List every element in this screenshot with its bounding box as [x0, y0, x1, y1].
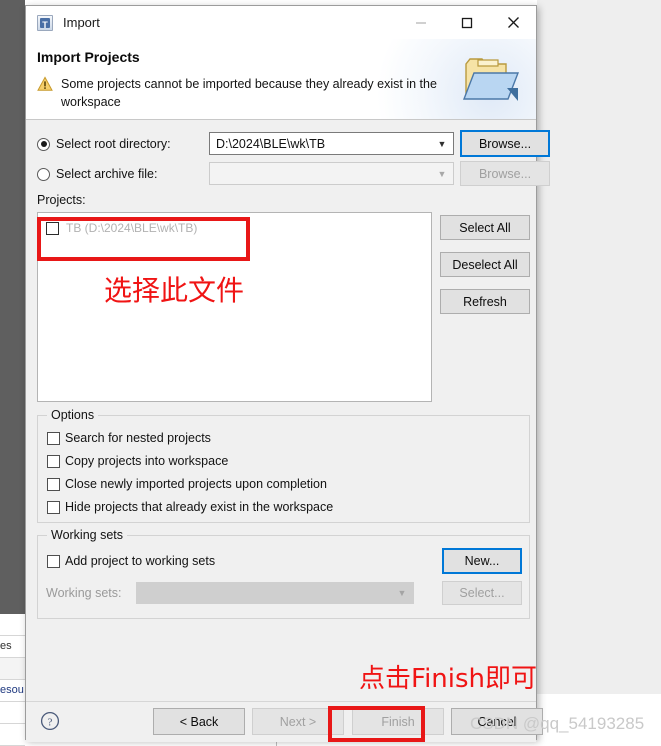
working-sets-group: Working sets Add project to working sets…: [37, 528, 530, 619]
add-to-working-sets-checkbox[interactable]: [47, 554, 60, 568]
project-item-label: TB (D:\2024\BLE\wk\TB): [66, 221, 198, 235]
back-button[interactable]: < Back: [153, 708, 245, 735]
dialog-header: Import Projects Some projects cannot be …: [26, 39, 536, 120]
select-all-button[interactable]: Select All: [440, 215, 530, 240]
import-folder-icon: [462, 58, 520, 101]
chevron-down-icon: ▼: [437, 168, 447, 179]
annotation-text-click-finish: 点击Finish即可: [359, 664, 538, 694]
chevron-down-icon: ▼: [397, 588, 407, 598]
csdn-watermark: CSDN @qq_54193285: [470, 714, 645, 733]
background-right-pane: [537, 0, 661, 694]
archive-file-combo: ▼: [209, 162, 454, 185]
background-left-tree-panel: es esou: [0, 614, 25, 746]
project-checkbox[interactable]: [46, 221, 59, 235]
option-copy-projects-into-workspace[interactable]: Copy projects into workspace: [47, 454, 228, 468]
add-project-to-working-sets-row[interactable]: Add project to working sets: [47, 554, 215, 568]
dialog-body: Select root directory: D:\2024\BLE\wk\TB…: [26, 120, 550, 701]
page-title: Import Projects: [37, 49, 140, 65]
deselect-all-button[interactable]: Deselect All: [440, 252, 530, 277]
option-checkbox[interactable]: [47, 500, 60, 514]
option-close-newly-imported-projects[interactable]: Close newly imported projects upon compl…: [47, 477, 327, 491]
background-left-dark-area: [0, 0, 25, 614]
select-archive-file-radio[interactable]: [37, 167, 50, 181]
new-working-set-button[interactable]: New...: [442, 548, 522, 574]
project-list-item[interactable]: TB (D:\2024\BLE\wk\TB): [46, 221, 197, 235]
working-sets-group-title: Working sets: [47, 528, 128, 542]
import-dialog: Import Import Projects: [25, 5, 550, 742]
background-tree-row: [0, 702, 25, 724]
options-group: Options Search for nested projects Copy …: [37, 408, 530, 523]
minimize-icon[interactable]: [398, 6, 444, 39]
working-sets-field-label: Working sets:: [46, 586, 122, 600]
maximize-icon[interactable]: [444, 6, 490, 39]
select-working-sets-button: Select...: [442, 581, 522, 605]
dialog-title: Import: [63, 15, 100, 30]
option-checkbox[interactable]: [47, 431, 60, 445]
next-button: Next >: [252, 708, 344, 735]
chevron-down-icon[interactable]: ▼: [431, 139, 453, 149]
option-label: Search for nested projects: [65, 431, 211, 445]
projects-label: Projects:: [37, 193, 86, 207]
select-root-directory-label: Select root directory:: [56, 137, 171, 151]
annotation-text-select-file: 选择此文件: [104, 274, 245, 307]
refresh-button[interactable]: Refresh: [440, 289, 530, 314]
warning-icon: [37, 76, 53, 91]
select-archive-file-label: Select archive file:: [56, 167, 158, 181]
background-tree-row: [0, 614, 25, 636]
finish-button: Finish: [352, 708, 444, 735]
help-icon[interactable]: ?: [40, 711, 60, 731]
screenshot-root: es esou Import: [0, 0, 661, 746]
option-label: Copy projects into workspace: [65, 454, 229, 468]
window-controls: [398, 6, 536, 39]
header-warning: Some projects cannot be imported because…: [37, 75, 477, 111]
background-tree-row-selected: esou: [0, 680, 25, 702]
option-search-nested-projects[interactable]: Search for nested projects: [47, 431, 211, 445]
background-tree-row: [0, 658, 25, 680]
eclipse-import-icon: [37, 14, 53, 31]
header-message: Some projects cannot be imported because…: [61, 77, 437, 109]
background-tree-row: [0, 724, 25, 746]
root-directory-combo[interactable]: D:\2024\BLE\wk\TB ▼: [209, 132, 454, 155]
add-to-working-sets-label: Add project to working sets: [65, 554, 216, 568]
dialog-titlebar: Import: [26, 6, 536, 39]
browse-root-directory-button[interactable]: Browse...: [460, 130, 550, 157]
options-group-title: Options: [47, 408, 99, 422]
svg-text:?: ?: [48, 717, 53, 729]
option-checkbox[interactable]: [47, 454, 60, 468]
root-directory-value: D:\2024\BLE\wk\TB: [216, 136, 326, 151]
option-checkbox[interactable]: [47, 477, 60, 491]
browse-archive-file-button: Browse...: [460, 161, 550, 186]
working-sets-combo: ▼: [136, 582, 414, 604]
option-hide-existing-projects[interactable]: Hide projects that already exist in the …: [47, 500, 333, 514]
background-tree-row: es: [0, 636, 25, 658]
select-root-directory-radio[interactable]: [37, 137, 50, 151]
close-icon[interactable]: [490, 6, 536, 39]
option-label: Hide projects that already exist in the …: [65, 500, 334, 514]
option-label: Close newly imported projects upon compl…: [65, 477, 327, 491]
dialog-footer: ? < Back Next > Finish Cancel: [26, 701, 543, 742]
